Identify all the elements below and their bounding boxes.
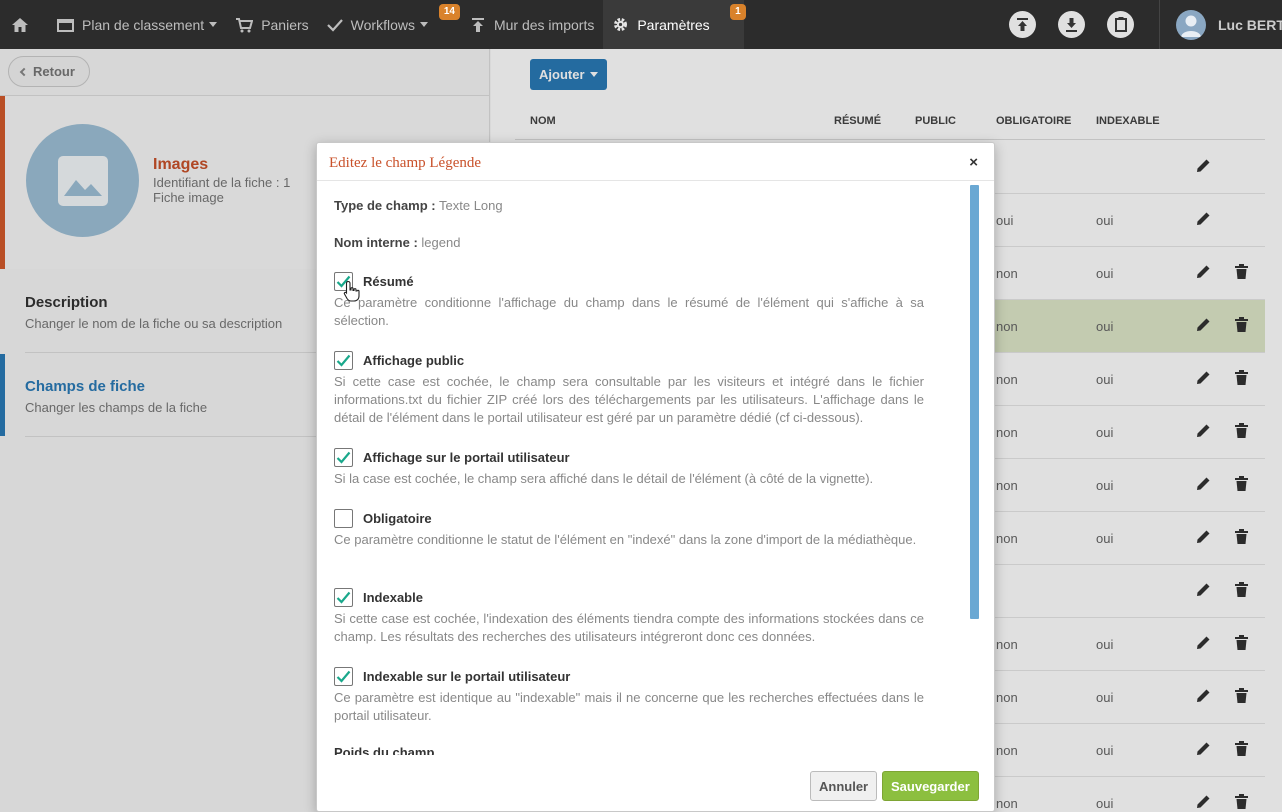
nav-paniers[interactable]: Paniers xyxy=(226,0,317,49)
nav-label: Paniers xyxy=(261,16,309,33)
internal-name-value: legend xyxy=(421,235,461,250)
workflows-badge: 14 xyxy=(438,4,460,20)
nav-label: Plan de classement xyxy=(82,16,205,33)
option-checkbox[interactable] xyxy=(334,509,353,528)
option-header: Obligatoire xyxy=(334,509,924,528)
chevron-down-icon xyxy=(419,22,428,27)
field-type-label: Type de champ : xyxy=(334,198,436,213)
nav-right-tools: Luc BERTIN xyxy=(998,0,1282,49)
download-button[interactable] xyxy=(1058,11,1085,38)
option-header: Affichage sur le portail utilisateur xyxy=(334,448,924,467)
nav-label: Mur des imports xyxy=(493,16,595,33)
home-link[interactable] xyxy=(0,0,48,49)
upload-icon xyxy=(1017,17,1028,31)
option-description: Ce paramètre est identique au "indexable… xyxy=(334,690,924,723)
clipboard-icon xyxy=(1114,17,1127,32)
gear-icon xyxy=(614,18,628,31)
parametres-badge: 1 xyxy=(730,4,746,20)
option-header: Indexable xyxy=(334,588,924,607)
nav-plan-de-classement[interactable]: Plan de classement xyxy=(48,0,226,49)
option-checkbox[interactable] xyxy=(334,351,353,370)
option-label[interactable]: Indexable sur le portail utilisateur xyxy=(363,669,570,684)
nav-parametres[interactable]: Paramètres 1 xyxy=(603,0,746,49)
close-icon[interactable]: × xyxy=(969,154,978,171)
option-label[interactable]: Affichage sur le portail utilisateur xyxy=(363,450,570,465)
option-item: Obligatoire Ce paramètre conditionne le s… xyxy=(334,509,924,549)
option-label[interactable]: Résumé xyxy=(363,274,414,289)
option-description: Si cette case est cochée, le champ sera … xyxy=(334,374,924,425)
option-item: Affichage sur le portail utilisateur Si l… xyxy=(334,448,924,488)
edit-field-modal: Editez le champ Légende × Type de champ … xyxy=(316,142,995,812)
top-navbar: Plan de classement Paniers Workflows 14 … xyxy=(0,0,1282,49)
option-label[interactable]: Indexable xyxy=(363,590,423,605)
modal-title: Editez le champ Légende xyxy=(329,155,482,171)
cancel-button[interactable]: Annuler xyxy=(810,771,878,801)
user-name[interactable]: Luc BERTIN xyxy=(1218,17,1282,33)
option-checkbox[interactable] xyxy=(334,448,353,467)
option-checkbox[interactable] xyxy=(334,667,353,686)
field-type-value: Texte Long xyxy=(439,198,503,213)
hand-cursor-icon xyxy=(343,280,360,302)
option-item: Indexable Si cette case est cochée, l'ind… xyxy=(334,588,924,646)
nav-workflows[interactable]: Workflows 14 xyxy=(318,0,460,49)
option-header: Affichage public xyxy=(334,351,924,370)
internal-name-label: Nom interne : xyxy=(334,235,418,250)
save-button[interactable]: Sauvegarder xyxy=(882,771,979,801)
scrollbar[interactable] xyxy=(970,185,979,619)
option-item: Affichage public Si cette case est cochée… xyxy=(334,351,924,427)
field-type: Type de champ : Texte Long xyxy=(334,198,503,213)
nav-mur-des-imports[interactable]: Mur des imports xyxy=(458,0,603,49)
modal-header: Editez le champ Légende × xyxy=(317,143,994,181)
upload-arrow-icon xyxy=(471,17,484,32)
nav-label: Paramètres xyxy=(637,16,710,33)
option-header: Indexable sur le portail utilisateur xyxy=(334,667,924,686)
nav-divider xyxy=(1159,0,1160,49)
modal-body: Type de champ : Texte Long Nom interne :… xyxy=(317,182,994,755)
folder-icon xyxy=(57,18,74,32)
clipboard-button[interactable] xyxy=(1107,11,1134,38)
option-description: Si la case est cochée, le champ sera aff… xyxy=(334,471,874,486)
cart-icon xyxy=(236,17,254,32)
option-label[interactable]: Obligatoire xyxy=(363,511,432,526)
option-label[interactable]: Affichage public xyxy=(363,353,464,368)
option-checkbox[interactable] xyxy=(334,588,353,607)
chevron-down-icon xyxy=(209,22,218,27)
option-description: Si cette case est cochée, l'indexation d… xyxy=(334,611,924,644)
option-item: Indexable sur le portail utilisateur Ce p… xyxy=(334,667,924,725)
home-icon xyxy=(12,17,28,32)
check-icon xyxy=(326,18,343,32)
poids-label: Poids du champ xyxy=(334,745,435,755)
nav-label: Workflows xyxy=(350,16,415,33)
option-description: Ce paramètre conditionne l'affichage du … xyxy=(334,295,924,328)
modal-footer: Annuler Sauvegarder xyxy=(317,755,994,812)
option-item: Résumé Ce paramètre conditionne l'afficha… xyxy=(334,272,924,330)
option-description: Ce paramètre conditionne le statut de l'… xyxy=(334,532,917,547)
internal-name: Nom interne : legend xyxy=(334,235,460,250)
upload-button[interactable] xyxy=(1009,11,1036,38)
user-icon xyxy=(1181,15,1201,37)
option-header: Résumé xyxy=(334,272,924,291)
avatar[interactable] xyxy=(1176,9,1206,40)
download-icon xyxy=(1066,17,1077,32)
